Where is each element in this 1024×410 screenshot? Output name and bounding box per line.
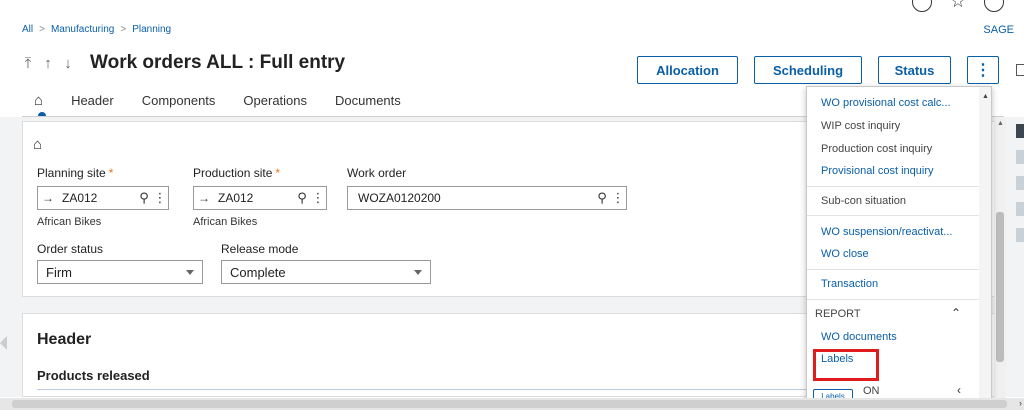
menu-item-provisional-cost-inquiry[interactable]: Provisional cost inquiry: [821, 165, 934, 177]
release-mode-label: Release mode: [221, 242, 299, 256]
side-panel-icons: [1012, 118, 1024, 398]
work-order-field[interactable]: WOZA0120200 ⚲ ⋮: [347, 186, 627, 210]
menu-item-wo-suspension[interactable]: WO suspension/reactivat...: [821, 226, 952, 238]
menu-separator: [807, 186, 981, 187]
chevron-down-icon[interactable]: [414, 270, 422, 275]
order-status-select[interactable]: Firm: [37, 260, 203, 284]
actions-dropdown-menu: WO provisional cost calc... WIP cost inq…: [806, 86, 992, 400]
release-mode-select[interactable]: Complete: [221, 260, 431, 284]
tab-operations[interactable]: Operations: [243, 93, 307, 108]
menu-item-wip-cost-inquiry[interactable]: WIP cost inquiry: [821, 120, 900, 132]
menu-separator: [807, 215, 981, 216]
production-site-value: ZA012: [218, 191, 254, 205]
scroll-right-icon[interactable]: ›: [1019, 398, 1022, 408]
previous-record-icon[interactable]: ↑: [42, 55, 54, 72]
menu-item-wo-provisional-cost-calc[interactable]: WO provisional cost calc...: [821, 97, 951, 109]
arrow-right-icon[interactable]: →: [38, 191, 58, 205]
top-toolbar-icons: ☆: [911, 0, 1004, 12]
brand-label: SAGE: [983, 24, 1014, 36]
scheduling-button[interactable]: Scheduling: [754, 56, 862, 84]
production-site-description: African Bikes: [193, 216, 258, 228]
section-tabs: ⌂ Header Components Operations Documents: [34, 92, 401, 120]
tab-home-icon[interactable]: ⌂: [34, 92, 46, 120]
scroll-up-icon[interactable]: ▲: [997, 120, 1004, 127]
status-button[interactable]: Status: [878, 56, 951, 84]
kebab-icon[interactable]: ⋮: [152, 190, 168, 206]
products-released-title: Products released: [37, 368, 150, 383]
menu-item-sub-con-situation[interactable]: Sub-con situation: [821, 195, 906, 207]
search-icon[interactable]: ⚲: [294, 190, 310, 206]
breadcrumb-manufacturing[interactable]: Manufacturing: [51, 24, 114, 35]
work-order-label: Work order: [347, 166, 407, 180]
order-status-value: Firm: [46, 264, 72, 280]
breadcrumb: All > Manufacturing > Planning: [22, 24, 171, 35]
first-record-icon[interactable]: ⤒: [22, 55, 34, 72]
arrow-right-icon[interactable]: →: [194, 191, 214, 205]
menu-item-wo-documents[interactable]: WO documents: [821, 331, 897, 343]
side-panel-icon[interactable]: [1016, 202, 1024, 216]
section-title: Header: [37, 331, 92, 348]
home-icon[interactable]: ⌂: [33, 136, 42, 153]
menu-section-report[interactable]: REPORT: [815, 308, 861, 320]
planning-site-value: ZA012: [62, 191, 98, 205]
left-collapse-icon[interactable]: [0, 336, 7, 350]
side-panel-icon[interactable]: [1016, 124, 1024, 138]
order-status-label: Order status: [37, 242, 104, 256]
page-title: Work orders ALL : Full entry: [90, 52, 346, 73]
chevron-left-icon[interactable]: ‹: [957, 383, 961, 397]
chevron-down-icon[interactable]: [186, 270, 194, 275]
more-actions-button[interactable]: ⋮: [967, 56, 999, 84]
menu-separator: [807, 269, 981, 270]
release-mode-value: Complete: [230, 264, 286, 280]
planning-site-description: African Bikes: [37, 216, 102, 228]
breadcrumb-all[interactable]: All: [22, 24, 33, 35]
scrollbar-thumb[interactable]: [996, 212, 1004, 362]
title-row: ⤒ ↑ ↓ Work orders ALL : Full entry: [22, 52, 345, 74]
breadcrumb-separator: >: [39, 24, 45, 35]
highlight-box: [813, 349, 879, 381]
horizontal-scrollbar[interactable]: ›: [0, 398, 1024, 410]
scroll-up-icon[interactable]: ▲: [982, 93, 989, 100]
production-site-label: Production site *: [193, 166, 281, 180]
menu-item-production-cost-inquiry[interactable]: Production cost inquiry: [821, 143, 932, 155]
user-icon[interactable]: [984, 0, 1004, 12]
menu-scrollbar[interactable]: ▲: [979, 87, 991, 399]
side-panel-icon[interactable]: [1016, 150, 1024, 164]
work-order-value: WOZA0120200: [358, 191, 441, 205]
scrollbar-thumb[interactable]: [12, 400, 1007, 408]
kebab-icon[interactable]: ⋮: [310, 190, 326, 206]
tab-components[interactable]: Components: [142, 93, 216, 108]
required-marker: *: [275, 166, 281, 180]
tab-documents[interactable]: Documents: [335, 93, 401, 108]
vertical-scrollbar[interactable]: ▲: [994, 118, 1006, 398]
planning-site-label: Planning site *: [37, 166, 114, 180]
chevron-up-icon[interactable]: ⌃: [951, 306, 961, 320]
tab-header[interactable]: Header: [71, 93, 114, 108]
planning-site-field[interactable]: → ZA012 ⚲ ⋮: [37, 186, 169, 210]
production-site-field[interactable]: → ZA012 ⚲ ⋮: [193, 186, 327, 210]
menu-separator: [807, 299, 981, 300]
kebab-icon[interactable]: ⋮: [610, 190, 626, 206]
menu-section-partial[interactable]: ON: [863, 385, 880, 397]
allocation-button[interactable]: Allocation: [637, 56, 738, 84]
star-icon[interactable]: ☆: [950, 0, 966, 12]
next-record-icon[interactable]: ↓: [62, 55, 74, 72]
help-icon[interactable]: [911, 0, 932, 12]
panel-icon[interactable]: [1016, 64, 1024, 76]
required-marker: *: [108, 166, 114, 180]
side-panel-icon[interactable]: [1016, 176, 1024, 190]
search-icon[interactable]: ⚲: [136, 190, 152, 206]
breadcrumb-separator: >: [120, 24, 127, 35]
menu-item-wo-close[interactable]: WO close: [821, 248, 869, 260]
breadcrumb-planning[interactable]: Planning: [132, 24, 171, 35]
menu-item-transaction[interactable]: Transaction: [821, 278, 878, 290]
side-panel-icon[interactable]: [1016, 228, 1024, 242]
search-icon[interactable]: ⚲: [594, 190, 610, 206]
